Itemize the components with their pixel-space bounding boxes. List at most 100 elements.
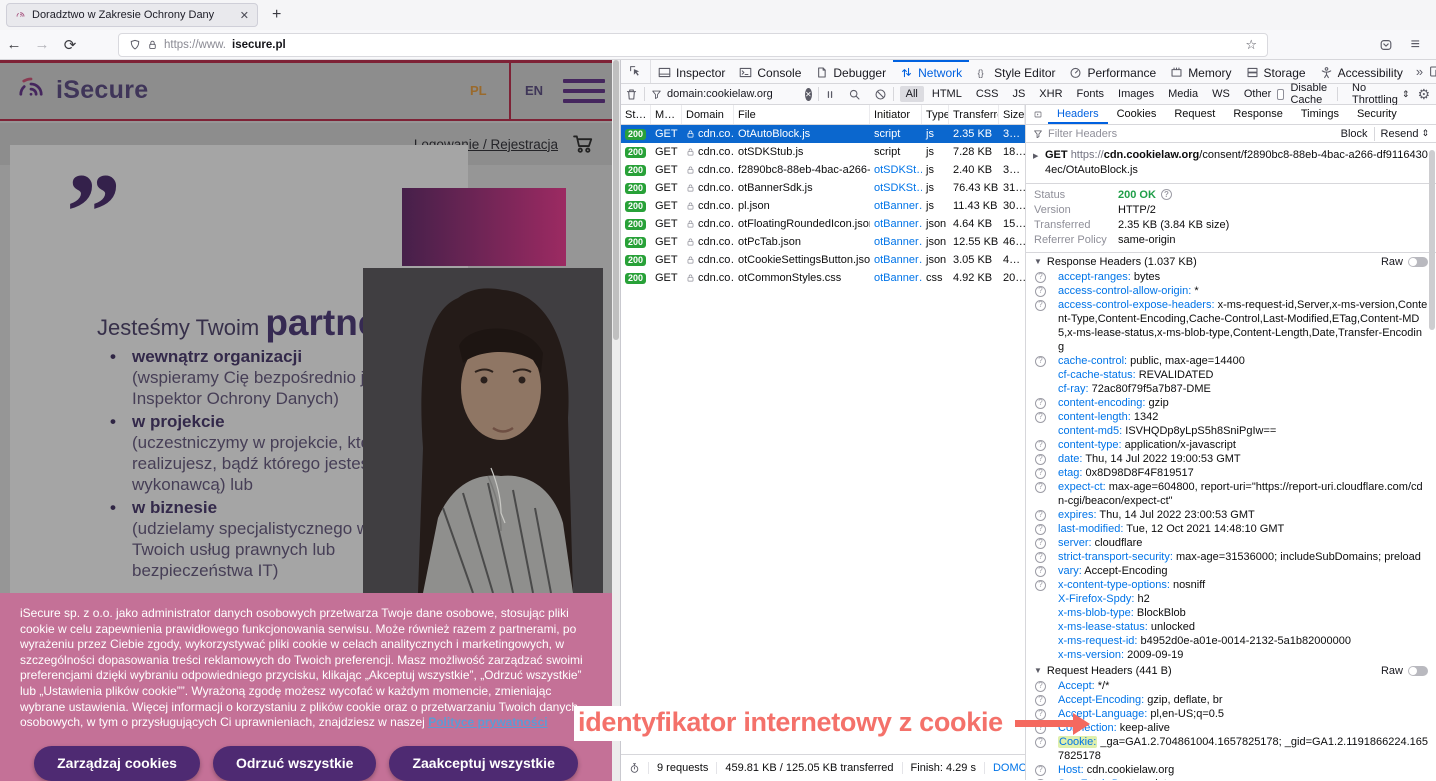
page-scrollbar-thumb[interactable] <box>613 60 619 340</box>
help-icon[interactable]: ? <box>1035 272 1046 283</box>
header-row-x-ms-blob-type[interactable]: x-ms-blob-type: BlockBlob <box>1026 606 1436 620</box>
help-icon[interactable]: ? <box>1035 779 1046 781</box>
help-icon[interactable]: ? <box>1035 440 1046 451</box>
column-header-domain[interactable]: Domain <box>682 105 734 124</box>
header-row-x-firefox-spdy[interactable]: X-Firefox-Spdy: h2 <box>1026 592 1436 606</box>
help-icon[interactable]: ? <box>1035 468 1046 479</box>
header-row-cf-cache-status[interactable]: cf-cache-status: REVALIDATED <box>1026 368 1436 382</box>
cookie-button-zarz-dzaj-cookies[interactable]: Zarządzaj cookies <box>34 746 200 781</box>
help-icon[interactable]: ? <box>1035 356 1046 367</box>
lang-pl-button[interactable]: PL <box>470 83 487 98</box>
table-row[interactable]: 200GETcdn.co…otSDKStub.jsscriptjs7.28 KB… <box>621 143 1025 161</box>
column-header-initiator[interactable]: Initiator <box>870 105 922 124</box>
devtools-tab-storage[interactable]: Storage <box>1239 60 1313 83</box>
filter-pill-all[interactable]: All <box>900 86 924 102</box>
column-header-size[interactable]: Size <box>999 105 1025 124</box>
split-pane-icon[interactable] <box>1026 108 1048 121</box>
raw-toggle[interactable] <box>1408 666 1428 676</box>
initiator-cell[interactable]: otBanner… <box>870 254 922 266</box>
reload-icon[interactable]: ⟳ <box>56 36 84 54</box>
menu-icon[interactable]: ≡ <box>1411 36 1420 54</box>
tab-request[interactable]: Request <box>1165 105 1224 124</box>
new-tab-button[interactable]: + <box>272 6 281 24</box>
filter-pill-images[interactable]: Images <box>1112 86 1160 102</box>
bookmark-star-icon[interactable]: ☆ <box>1245 37 1257 53</box>
help-icon[interactable]: ? <box>1035 454 1046 465</box>
devtools-tab-accessibility[interactable]: Accessibility <box>1313 60 1410 83</box>
more-tools-chevrons-icon[interactable]: » <box>1410 64 1429 79</box>
tab-timings[interactable]: Timings <box>1292 105 1348 124</box>
column-header-transferred[interactable]: Transferred <box>949 105 999 124</box>
table-row[interactable]: 200GETcdn.co…OtAutoBlock.jsscriptjs2.35 … <box>621 125 1025 143</box>
header-row-accept[interactable]: ?Accept: */* <box>1026 679 1436 693</box>
header-row-vary[interactable]: ?vary: Accept-Encoding <box>1026 564 1436 578</box>
devtools-tab-memory[interactable]: Memory <box>1163 60 1238 83</box>
header-row-content-type[interactable]: ?content-type: application/x-javascript <box>1026 438 1436 452</box>
filter-pill-css[interactable]: CSS <box>970 86 1005 102</box>
help-icon[interactable]: ? <box>1035 286 1046 297</box>
header-row-x-ms-request-id[interactable]: x-ms-request-id: b4952d0e-a01e-0014-2132… <box>1026 634 1436 648</box>
table-row[interactable]: 200GETcdn.co…otBannerSdk.jsotSDKSt…js76.… <box>621 179 1025 197</box>
tab-headers[interactable]: Headers <box>1048 105 1108 124</box>
initiator-cell[interactable]: otBanner… <box>870 236 922 248</box>
block-button[interactable]: Block <box>1341 128 1368 140</box>
filter-pill-other[interactable]: Other <box>1238 86 1278 102</box>
page-scrollbar[interactable] <box>612 60 620 781</box>
initiator-cell[interactable]: otBanner… <box>870 272 922 284</box>
header-row-sec-fetch-dest[interactable]: ?Sec-Fetch-Dest: script <box>1026 777 1436 780</box>
header-row-x-ms-version[interactable]: x-ms-version: 2009-09-19 <box>1026 648 1436 662</box>
initiator-cell[interactable]: otSDKSt… <box>870 182 922 194</box>
tab-security[interactable]: Security <box>1348 105 1406 124</box>
request-url-line[interactable]: ▶ GET https://cdn.cookielaw.org/consent/… <box>1026 143 1436 184</box>
header-row-cf-ray[interactable]: cf-ray: 72ac80f79f5a7b87-DME <box>1026 382 1436 396</box>
table-row[interactable]: 200GETcdn.co…f2890bc8-88eb-4bac-a266-df9… <box>621 161 1025 179</box>
devtools-tab-debugger[interactable]: Debugger <box>808 60 893 83</box>
help-icon[interactable]: ? <box>1035 552 1046 563</box>
filter-pill-xhr[interactable]: XHR <box>1033 86 1068 102</box>
initiator-cell[interactable]: otBanner… <box>870 200 922 212</box>
headers-scrollbar-thumb[interactable] <box>1429 150 1435 330</box>
header-row-access-control-expose-headers[interactable]: ?access-control-expose-headers: x-ms-req… <box>1026 298 1436 354</box>
devtools-tab-performance[interactable]: Performance <box>1062 60 1163 83</box>
help-icon[interactable]: ? <box>1035 300 1046 311</box>
disable-cache-checkbox[interactable] <box>1277 89 1284 100</box>
header-row-content-md5[interactable]: content-md5: ISVHQDp8yLpS5h8SniPgIw== <box>1026 424 1436 438</box>
header-row-x-ms-lease-status[interactable]: x-ms-lease-status: unlocked <box>1026 620 1436 634</box>
responsive-design-icon[interactable] <box>1429 65 1436 78</box>
raw-toggle[interactable] <box>1408 257 1428 267</box>
devtools-tab-style-editor[interactable]: {}Style Editor <box>969 60 1062 83</box>
header-row-x-content-type-options[interactable]: ?x-content-type-options: nosniff <box>1026 578 1436 592</box>
help-icon[interactable]: ? <box>1035 580 1046 591</box>
header-row-cache-control[interactable]: ?cache-control: public, max-age=14400 <box>1026 354 1436 368</box>
hamburger-menu-icon[interactable] <box>563 79 605 109</box>
forward-icon[interactable]: → <box>28 36 56 53</box>
column-header-m-[interactable]: M… <box>651 105 682 124</box>
header-row-host[interactable]: ?Host: cdn.cookielaw.org <box>1026 763 1436 777</box>
header-row-last-modified[interactable]: ?last-modified: Tue, 12 Oct 2021 14:48:1… <box>1026 522 1436 536</box>
help-icon[interactable]: ? <box>1035 538 1046 549</box>
pick-element-button[interactable] <box>621 60 651 83</box>
help-icon[interactable]: ? <box>1161 189 1172 200</box>
help-icon[interactable]: ? <box>1035 695 1046 706</box>
initiator-cell[interactable]: otSDKSt… <box>870 164 922 176</box>
pause-recording-icon[interactable] <box>825 88 835 101</box>
pocket-icon[interactable] <box>1379 38 1393 52</box>
header-row-content-encoding[interactable]: ?content-encoding: gzip <box>1026 396 1436 410</box>
throttling-dropdown[interactable]: No Throttling ⇕ <box>1352 82 1409 106</box>
network-settings-gear-icon[interactable]: ⚙ <box>1417 86 1432 103</box>
header-row-strict-transport-security[interactable]: ?strict-transport-security: max-age=3153… <box>1026 550 1436 564</box>
filter-pill-js[interactable]: JS <box>1006 86 1031 102</box>
table-row[interactable]: 200GETcdn.co…otCommonStyles.cssotBanner…… <box>621 269 1025 287</box>
header-row-expect-ct[interactable]: ?expect-ct: max-age=604800, report-uri="… <box>1026 480 1436 508</box>
devtools-tab-console[interactable]: Console <box>732 60 808 83</box>
header-row-expires[interactable]: ?expires: Thu, 14 Jul 2022 23:00:53 GMT <box>1026 508 1436 522</box>
header-row-server[interactable]: ?server: cloudflare <box>1026 536 1436 550</box>
request-filter-input[interactable]: domain:cookielaw.org <box>651 88 805 100</box>
cookie-button-odrzu-wszystkie[interactable]: Odrzuć wszystkie <box>213 746 377 781</box>
request-headers-section-header[interactable]: ▼ Request Headers (441 B) Raw <box>1026 662 1436 679</box>
devtools-tab-network[interactable]: Network <box>893 60 969 83</box>
help-icon[interactable]: ? <box>1035 510 1046 521</box>
expand-triangle-icon[interactable]: ▶ <box>1033 149 1038 164</box>
table-row[interactable]: 200GETcdn.co…pl.jsonotBanner…js11.43 KB3… <box>621 197 1025 215</box>
column-header-file[interactable]: File <box>734 105 870 124</box>
